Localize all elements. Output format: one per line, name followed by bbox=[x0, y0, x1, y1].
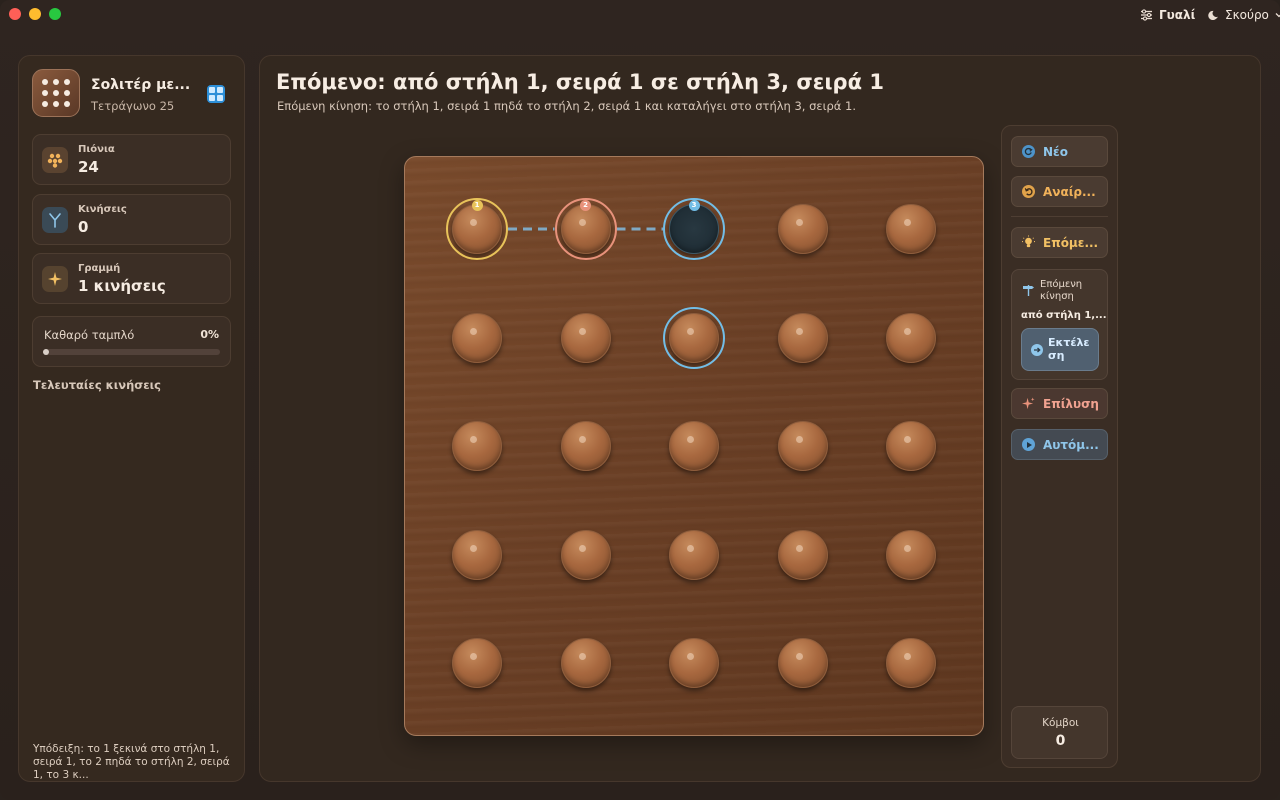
glass-toggle-button[interactable]: Γυαλί bbox=[1140, 5, 1195, 25]
stat-streak-value: 1 κινήσεις bbox=[78, 277, 166, 295]
peg[interactable] bbox=[669, 421, 719, 471]
peg[interactable] bbox=[777, 529, 828, 580]
nodes-value: 0 bbox=[1055, 733, 1066, 749]
clear-board-progress: Καθαρό ταμπλό 0% bbox=[32, 316, 231, 367]
hint-text: Υπόδειξη: το 1 ξεκινά στο στήλη 1, σειρά… bbox=[33, 743, 230, 781]
execute-move-label: Εκτέλε ση bbox=[1048, 336, 1090, 362]
stat-moves-label: Κινήσεις bbox=[78, 204, 127, 215]
progress-fill bbox=[43, 349, 49, 355]
nodes-counter: Κόμβοι 0 bbox=[1011, 706, 1108, 759]
sparkle-icon bbox=[42, 266, 68, 292]
peg[interactable] bbox=[886, 312, 936, 363]
pegs-icon bbox=[42, 147, 68, 173]
lightbulb-icon bbox=[1022, 235, 1035, 249]
new-icon bbox=[1022, 145, 1035, 158]
app-header: Σολιτέρ με... Τετράγωνο 25 bbox=[32, 69, 232, 121]
next-move-card: Επόμενη κίνηση από στήλη 1,... Εκτέλε ση bbox=[1011, 269, 1108, 380]
step-badge: 1 bbox=[471, 200, 483, 211]
peg[interactable] bbox=[886, 204, 936, 254]
progress-percent: 0% bbox=[200, 328, 219, 341]
app-logo-icon bbox=[32, 69, 80, 117]
new-game-label: Νέο bbox=[1043, 144, 1068, 159]
app-window: Γυαλί Σκούρο Σολιτέρ με... Τετράγωνο 25 bbox=[0, 0, 1280, 800]
theme-menu-button[interactable]: Σκούρο bbox=[1208, 5, 1280, 25]
hint-label: Επόμε... bbox=[1043, 235, 1099, 250]
autoplay-label: Αυτόμ... bbox=[1043, 437, 1099, 452]
stat-streak-label: Γραμμή bbox=[78, 263, 121, 274]
arrow-right-circle-icon bbox=[1031, 344, 1043, 356]
solve-button[interactable]: Επίλυση bbox=[1011, 388, 1108, 419]
peg[interactable] bbox=[452, 204, 502, 254]
zoom-window-button[interactable] bbox=[49, 8, 61, 20]
peg[interactable] bbox=[452, 638, 502, 688]
main-panel: Επόμενο: από στήλη 1, σειρά 1 σε στήλη 3… bbox=[259, 55, 1261, 782]
peg[interactable] bbox=[560, 638, 611, 688]
peg[interactable] bbox=[777, 638, 828, 688]
minimize-window-button[interactable] bbox=[29, 8, 41, 20]
peg[interactable] bbox=[452, 421, 502, 471]
solve-label: Επίλυση bbox=[1043, 396, 1099, 411]
board-layout-button[interactable] bbox=[207, 85, 225, 103]
peg[interactable] bbox=[777, 204, 828, 254]
game-board: 1 2 3 bbox=[404, 156, 984, 736]
stat-pegs-label: Πιόνια bbox=[78, 144, 115, 155]
stat-pegs: Πιόνια 24 bbox=[32, 134, 231, 185]
stat-pegs-value: 24 bbox=[78, 158, 99, 176]
peg[interactable] bbox=[560, 421, 611, 471]
sliders-icon bbox=[1141, 9, 1152, 21]
peg[interactable] bbox=[452, 312, 502, 363]
play-icon bbox=[1022, 438, 1035, 451]
peg[interactable] bbox=[777, 312, 828, 363]
progress-label: Καθαρό ταμπλό bbox=[44, 328, 135, 342]
peg[interactable] bbox=[560, 312, 611, 363]
peg[interactable] bbox=[560, 529, 611, 580]
moon-icon bbox=[1208, 10, 1218, 20]
page-subtitle: Επόμενη κίνηση: το στήλη 1, σειρά 1 πηδά… bbox=[277, 99, 857, 113]
next-move-title: Επόμενη κίνηση bbox=[1040, 279, 1083, 302]
peg[interactable] bbox=[452, 529, 502, 580]
app-title: Σολιτέρ με... bbox=[91, 77, 191, 93]
peg[interactable] bbox=[669, 638, 719, 688]
next-move-detail: από στήλη 1,... bbox=[1021, 310, 1107, 321]
title-bar: Γυαλί Σκούρο bbox=[0, 0, 1280, 30]
close-window-button[interactable] bbox=[9, 8, 21, 20]
glass-label: Γυαλί bbox=[1159, 8, 1196, 22]
signpost-icon bbox=[1023, 285, 1034, 296]
theme-label: Σκούρο bbox=[1225, 8, 1269, 22]
board-variant-label: Τετράγωνο 25 bbox=[91, 99, 175, 113]
undo-icon bbox=[1022, 185, 1035, 198]
stat-streak: Γραμμή 1 κινήσεις bbox=[32, 253, 231, 304]
recent-moves-title: Τελευταίες κινήσεις bbox=[33, 378, 161, 392]
sidebar: Σολιτέρ με... Τετράγωνο 25 Πιόνια 24 Κιν… bbox=[18, 55, 245, 782]
chevron-down-icon bbox=[1275, 13, 1280, 18]
empty-hole[interactable] bbox=[669, 204, 719, 254]
step-badge: 2 bbox=[580, 200, 591, 211]
nodes-label: Κόμβοι bbox=[1042, 717, 1079, 729]
actions-panel: Νέο Αναίρ... Επόμε... Επόμενη κίνηση από… bbox=[1001, 125, 1118, 768]
undo-label: Αναίρ... bbox=[1043, 184, 1096, 199]
peg[interactable] bbox=[560, 204, 611, 254]
peg[interactable] bbox=[886, 421, 936, 471]
new-game-button[interactable]: Νέο bbox=[1011, 136, 1108, 167]
moves-icon bbox=[42, 207, 68, 233]
peg[interactable] bbox=[669, 529, 719, 580]
peg[interactable] bbox=[886, 638, 936, 688]
stat-moves-value: 0 bbox=[78, 218, 89, 236]
progress-track bbox=[43, 349, 220, 355]
page-title: Επόμενο: από στήλη 1, σειρά 1 σε στήλη 3… bbox=[276, 70, 884, 94]
stat-moves: Κινήσεις 0 bbox=[32, 194, 231, 245]
step-badge: 3 bbox=[688, 200, 700, 211]
peg[interactable] bbox=[777, 421, 828, 471]
undo-button[interactable]: Αναίρ... bbox=[1011, 176, 1108, 207]
hint-button[interactable]: Επόμε... bbox=[1011, 227, 1108, 258]
execute-move-button[interactable]: Εκτέλε ση bbox=[1021, 328, 1099, 371]
autoplay-button[interactable]: Αυτόμ... bbox=[1011, 429, 1108, 460]
divider bbox=[1011, 216, 1108, 217]
peg[interactable] bbox=[669, 312, 719, 363]
peg[interactable] bbox=[886, 529, 936, 580]
sparkles-icon bbox=[1022, 397, 1035, 410]
